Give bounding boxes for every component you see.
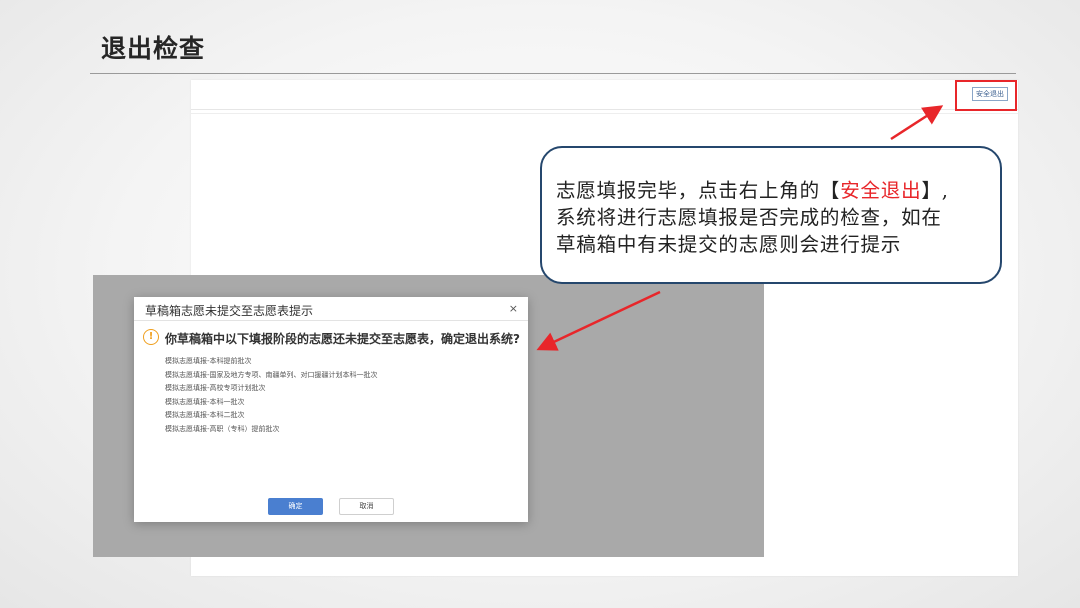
callout-highlight: 安全退出: [840, 179, 922, 202]
callout-line-1-prefix: 志愿填报完毕，点击右上角的【: [556, 179, 841, 202]
list-item: 模拟志愿填报-国家及地方专项、南疆单列、对口援疆计划本科一批次: [165, 370, 378, 379]
list-item: 模拟志愿填报-高校专项计划批次: [165, 384, 266, 393]
dialog-title: 草稿箱志愿未提交至志愿表提示: [145, 304, 314, 318]
list-item: 模拟志愿填报-本科提前批次: [165, 357, 252, 365]
exit-button-highlight: [955, 80, 1017, 111]
callout-line-2: 系统将进行志愿填报是否完成的检查，如在: [556, 206, 942, 229]
draft-warning-dialog: 草稿箱志愿未提交至志愿表提示 × ! 你草稿箱中以下填报阶段的志愿还未提交至志愿…: [134, 297, 528, 522]
dialog-header: 草稿箱志愿未提交至志愿表提示 ×: [134, 297, 528, 321]
confirm-button[interactable]: 确定: [268, 498, 323, 515]
callout-line-1-suffix: 】,: [921, 179, 949, 202]
cancel-button[interactable]: 取消: [339, 498, 394, 515]
close-icon[interactable]: ×: [509, 302, 518, 315]
batch-list: 模拟志愿填报-本科提前批次 模拟志愿填报-国家及地方专项、南疆单列、对口援疆计划…: [165, 355, 378, 437]
callout-line-3: 草稿箱中有未提交的志愿则会进行提示: [556, 233, 902, 256]
app-sub-bar: [191, 110, 1018, 114]
callout-line-1: 志愿填报完毕，点击右上角的【安全退出】,: [556, 177, 996, 204]
list-item: 模拟志愿填报-高职（专科）提前批次: [165, 424, 280, 433]
warning-icon: !: [143, 329, 159, 345]
list-item: 模拟志愿填报-本科二批次: [165, 411, 245, 420]
dialog-question: 你草稿箱中以下填报阶段的志愿还未提交至志愿表，确定退出系统?: [165, 332, 520, 346]
instruction-callout: 志愿填报完毕，点击右上角的【安全退出】, 系统将进行志愿填报是否完成的检查，如在…: [540, 146, 1002, 284]
app-top-bar: [191, 80, 1018, 110]
title-divider: [90, 73, 1016, 74]
list-item: 模拟志愿填报-本科一批次: [165, 397, 245, 406]
slide-title: 退出检查: [101, 34, 206, 63]
callout-text: 志愿填报完毕，点击右上角的【安全退出】, 系统将进行志愿填报是否完成的检查，如在…: [556, 177, 996, 258]
